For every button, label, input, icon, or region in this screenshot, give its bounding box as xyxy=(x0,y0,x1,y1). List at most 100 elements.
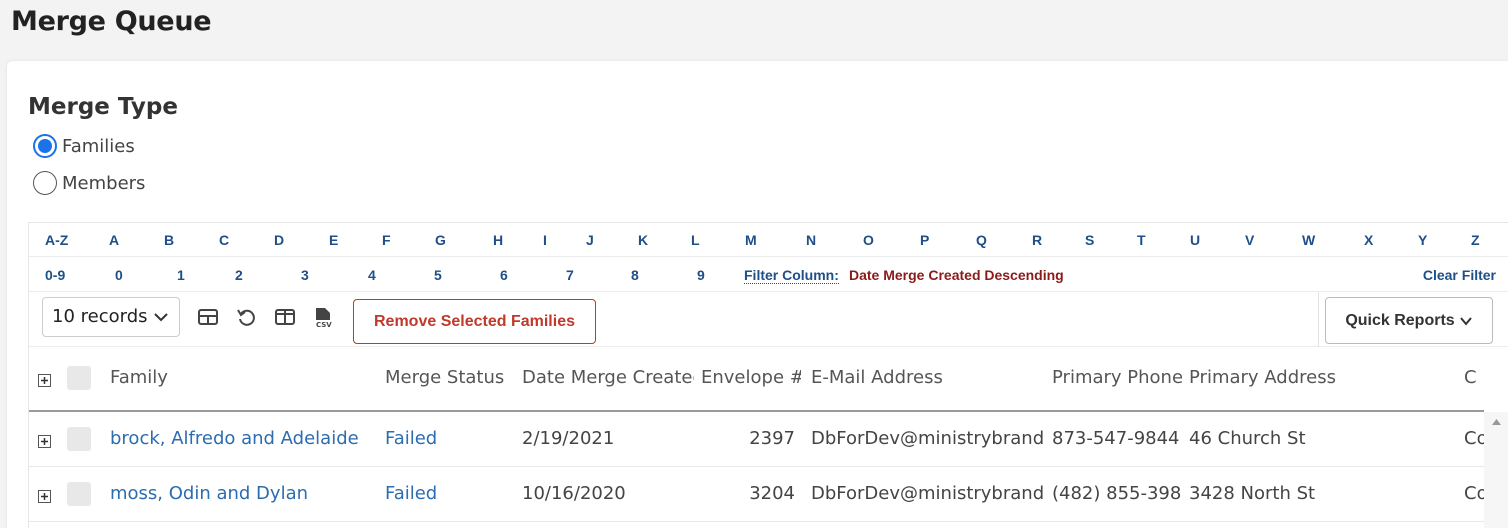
column-header-primary-address[interactable]: Primary Address xyxy=(1189,367,1419,388)
alpha-link-p[interactable]: P xyxy=(920,232,929,248)
chevron-down-icon xyxy=(154,313,168,322)
date-merge-created-cell: 2/19/2021 xyxy=(522,428,615,449)
num-link-9[interactable]: 9 xyxy=(697,267,705,283)
alpha-link-k[interactable]: K xyxy=(638,232,648,248)
alpha-link-y[interactable]: Y xyxy=(1418,232,1427,248)
column-header-family[interactable]: Family xyxy=(110,367,370,388)
alpha-link-m[interactable]: M xyxy=(745,232,757,248)
chevron-down-icon xyxy=(1459,316,1472,326)
num-link-6[interactable]: 6 xyxy=(500,267,508,283)
alpha-link-z[interactable]: Z xyxy=(1471,232,1480,248)
num-link-0[interactable]: 0 xyxy=(115,267,123,283)
expand-row-icon[interactable] xyxy=(38,490,51,503)
merge-queue-card: Merge Type Families Members A-Z A B C D … xyxy=(7,61,1508,528)
quick-reports-button[interactable]: Quick Reports xyxy=(1325,297,1493,344)
email-cell: DbForDev@ministrybrands. xyxy=(811,428,1043,449)
members-radio-label: Members xyxy=(62,172,146,194)
alpha-link-h[interactable]: H xyxy=(493,232,503,248)
merge-status-link[interactable]: Failed xyxy=(385,483,505,504)
records-per-page-value: 10 records xyxy=(52,306,148,327)
vertical-scrollbar[interactable] xyxy=(1484,412,1508,528)
alpha-link-d[interactable]: D xyxy=(274,232,284,248)
scroll-up-arrow-icon[interactable] xyxy=(1492,419,1501,425)
num-link-7[interactable]: 7 xyxy=(566,267,574,283)
alpha-link-u[interactable]: U xyxy=(1190,232,1200,248)
alpha-link-b[interactable]: B xyxy=(164,232,174,248)
column-header-email[interactable]: E-Mail Address xyxy=(811,367,1041,388)
num-link-1[interactable]: 1 xyxy=(177,267,185,283)
alpha-link-c[interactable]: C xyxy=(219,232,229,248)
families-radio-label: Families xyxy=(62,135,135,157)
primary-address-cell: 3428 North St xyxy=(1189,483,1316,504)
records-per-page-select[interactable]: 10 records xyxy=(42,297,180,337)
column-header-envelope[interactable]: Envelope # xyxy=(701,367,801,388)
alpha-link-s[interactable]: S xyxy=(1085,232,1094,248)
alpha-filter-letters: A-Z A B C D E F G H I J K L M N O P Q R … xyxy=(29,223,1508,257)
reset-icon[interactable] xyxy=(235,306,257,328)
primary-address-cell: 46 Church St xyxy=(1189,428,1306,449)
table-view-icon[interactable] xyxy=(197,306,219,328)
primary-phone-cell: 873-547-9844 xyxy=(1052,428,1180,449)
members-radio-button[interactable] xyxy=(33,171,57,195)
alpha-link-a[interactable]: A xyxy=(109,232,119,248)
radio-families[interactable]: Families xyxy=(33,134,135,158)
select-all-checkbox[interactable] xyxy=(67,366,91,390)
svg-text:CSV: CSV xyxy=(316,321,332,328)
table-header: Family Merge Status Date Merge Created E… xyxy=(29,347,1484,412)
row-checkbox[interactable] xyxy=(67,427,91,451)
quick-reports-label: Quick Reports xyxy=(1345,311,1455,329)
c-cell: Co xyxy=(1464,483,1484,504)
alpha-link-x[interactable]: X xyxy=(1364,232,1373,248)
row-checkbox[interactable] xyxy=(67,482,91,506)
alpha-link-r[interactable]: R xyxy=(1032,232,1042,248)
family-link[interactable]: moss, Odin and Dylan xyxy=(110,483,375,504)
num-link-5[interactable]: 5 xyxy=(434,267,442,283)
remove-selected-families-button[interactable]: Remove Selected Families xyxy=(353,299,596,344)
filter-column-label[interactable]: Filter Column: xyxy=(744,267,839,284)
family-link[interactable]: brock, Alfredo and Adelaide xyxy=(110,428,375,449)
toolbar-divider xyxy=(1318,292,1319,347)
alpha-link-g[interactable]: G xyxy=(435,232,446,248)
page-title: Merge Queue xyxy=(11,6,212,37)
expand-all-icon[interactable] xyxy=(38,374,51,387)
columns-icon[interactable] xyxy=(274,306,296,328)
alpha-link-q[interactable]: Q xyxy=(976,232,987,248)
merge-status-link[interactable]: Failed xyxy=(385,428,505,449)
alpha-filter-numbers: 0-9 0 1 2 3 4 5 6 7 8 9 Filter Column: D… xyxy=(29,258,1508,292)
alpha-link-e[interactable]: E xyxy=(329,232,338,248)
csv-export-icon[interactable]: CSV xyxy=(312,306,334,328)
envelope-cell: 3204 xyxy=(749,483,795,504)
column-header-merge-status[interactable]: Merge Status xyxy=(385,367,513,388)
num-link-0-9[interactable]: 0-9 xyxy=(45,267,65,283)
num-link-8[interactable]: 8 xyxy=(631,267,639,283)
filter-column-value: Date Merge Created Descending xyxy=(849,267,1064,283)
alpha-link-a-z[interactable]: A-Z xyxy=(45,232,68,248)
table-row: brock, Alfredo and Adelaide Failed 2/19/… xyxy=(29,412,1484,467)
date-merge-created-cell: 10/16/2020 xyxy=(522,483,626,504)
families-radio-button[interactable] xyxy=(33,134,57,158)
envelope-cell: 2397 xyxy=(749,428,795,449)
alpha-link-l[interactable]: L xyxy=(691,232,700,248)
num-link-4[interactable]: 4 xyxy=(368,267,376,283)
alpha-link-n[interactable]: N xyxy=(806,232,816,248)
alpha-link-t[interactable]: T xyxy=(1137,232,1146,248)
alpha-link-f[interactable]: F xyxy=(382,232,391,248)
radio-members[interactable]: Members xyxy=(33,171,145,195)
alpha-link-j[interactable]: J xyxy=(586,232,594,248)
clear-filter-link[interactable]: Clear Filter xyxy=(1423,267,1496,283)
c-cell: Co xyxy=(1464,428,1484,449)
num-link-3[interactable]: 3 xyxy=(301,267,309,283)
column-header-primary-phone[interactable]: Primary Phone xyxy=(1052,367,1182,388)
alpha-link-v[interactable]: V xyxy=(1245,232,1254,248)
alpha-link-w[interactable]: W xyxy=(1302,232,1315,248)
alpha-link-o[interactable]: O xyxy=(863,232,874,248)
column-header-date-merge-created[interactable]: Date Merge Created xyxy=(522,367,694,388)
num-link-2[interactable]: 2 xyxy=(235,267,243,283)
expand-row-icon[interactable] xyxy=(38,435,51,448)
alpha-link-i[interactable]: I xyxy=(543,232,547,248)
merge-queue-grid: A-Z A B C D E F G H I J K L M N O P Q R … xyxy=(28,222,1508,528)
column-header-c[interactable]: C xyxy=(1464,367,1479,388)
grid-toolbar: 10 records CSV Remove Selected Families … xyxy=(29,292,1508,347)
merge-type-title: Merge Type xyxy=(28,94,178,120)
scrollbar-thumb[interactable] xyxy=(1486,472,1507,528)
